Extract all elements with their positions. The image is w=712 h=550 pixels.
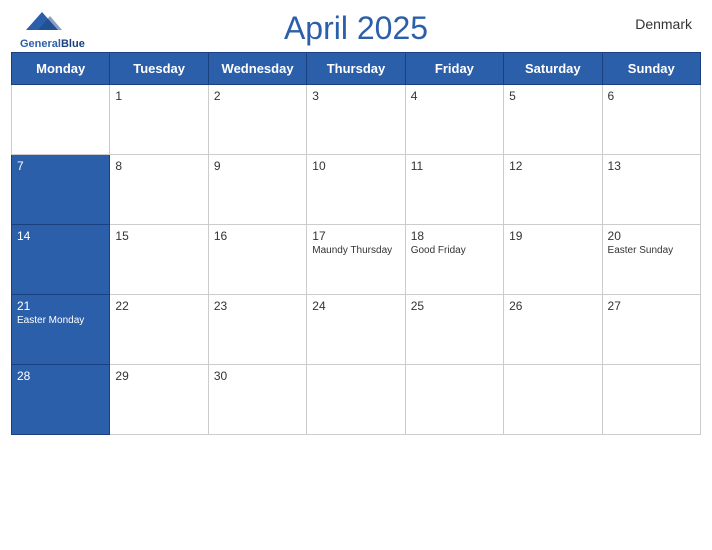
day-cell: 11 [405,155,503,225]
country-label: Denmark [635,16,692,32]
week-row: 123456 [12,85,701,155]
day-cell: 28 [12,365,110,435]
day-cell: 9 [208,155,306,225]
day-cell: 7 [12,155,110,225]
header-monday: Monday [12,53,110,85]
day-cell: 13 [602,155,700,225]
day-cell: 2 [208,85,306,155]
day-cell: 10 [307,155,405,225]
day-cell: 22 [110,295,208,365]
day-cell: 4 [405,85,503,155]
week-row: 21Easter Monday222324252627 [12,295,701,365]
header-wednesday: Wednesday [208,53,306,85]
header-friday: Friday [405,53,503,85]
week-row: 78910111213 [12,155,701,225]
day-cell: 27 [602,295,700,365]
day-cell: 16 [208,225,306,295]
day-cell: 29 [110,365,208,435]
day-cell: 1 [110,85,208,155]
header-sunday: Sunday [602,53,700,85]
day-cell: 8 [110,155,208,225]
day-cell: 30 [208,365,306,435]
day-cell [602,365,700,435]
day-cell: 17Maundy Thursday [307,225,405,295]
day-cell: 23 [208,295,306,365]
header-area: GeneralBlue April 2025 Denmark [0,0,712,52]
day-cell: 5 [504,85,602,155]
day-cell: 12 [504,155,602,225]
day-cell: 20Easter Sunday [602,225,700,295]
day-cell: 3 [307,85,405,155]
week-row: 14151617Maundy Thursday18Good Friday1920… [12,225,701,295]
day-cell: 26 [504,295,602,365]
calendar-table: Monday Tuesday Wednesday Thursday Friday… [11,52,701,435]
day-cell: 15 [110,225,208,295]
day-cell [504,365,602,435]
day-cell: 24 [307,295,405,365]
week-row: 282930 [12,365,701,435]
day-cell [405,365,503,435]
header-thursday: Thursday [307,53,405,85]
header-tuesday: Tuesday [110,53,208,85]
day-cell [12,85,110,155]
day-cell: 19 [504,225,602,295]
day-cell: 14 [12,225,110,295]
logo-icon [20,8,64,38]
day-cell: 21Easter Monday [12,295,110,365]
day-cell: 25 [405,295,503,365]
calendar-title: April 2025 [284,10,428,47]
day-cell: 18Good Friday [405,225,503,295]
logo: GeneralBlue [20,8,85,50]
day-cell [307,365,405,435]
days-header-row: Monday Tuesday Wednesday Thursday Friday… [12,53,701,85]
header-saturday: Saturday [504,53,602,85]
day-cell: 6 [602,85,700,155]
